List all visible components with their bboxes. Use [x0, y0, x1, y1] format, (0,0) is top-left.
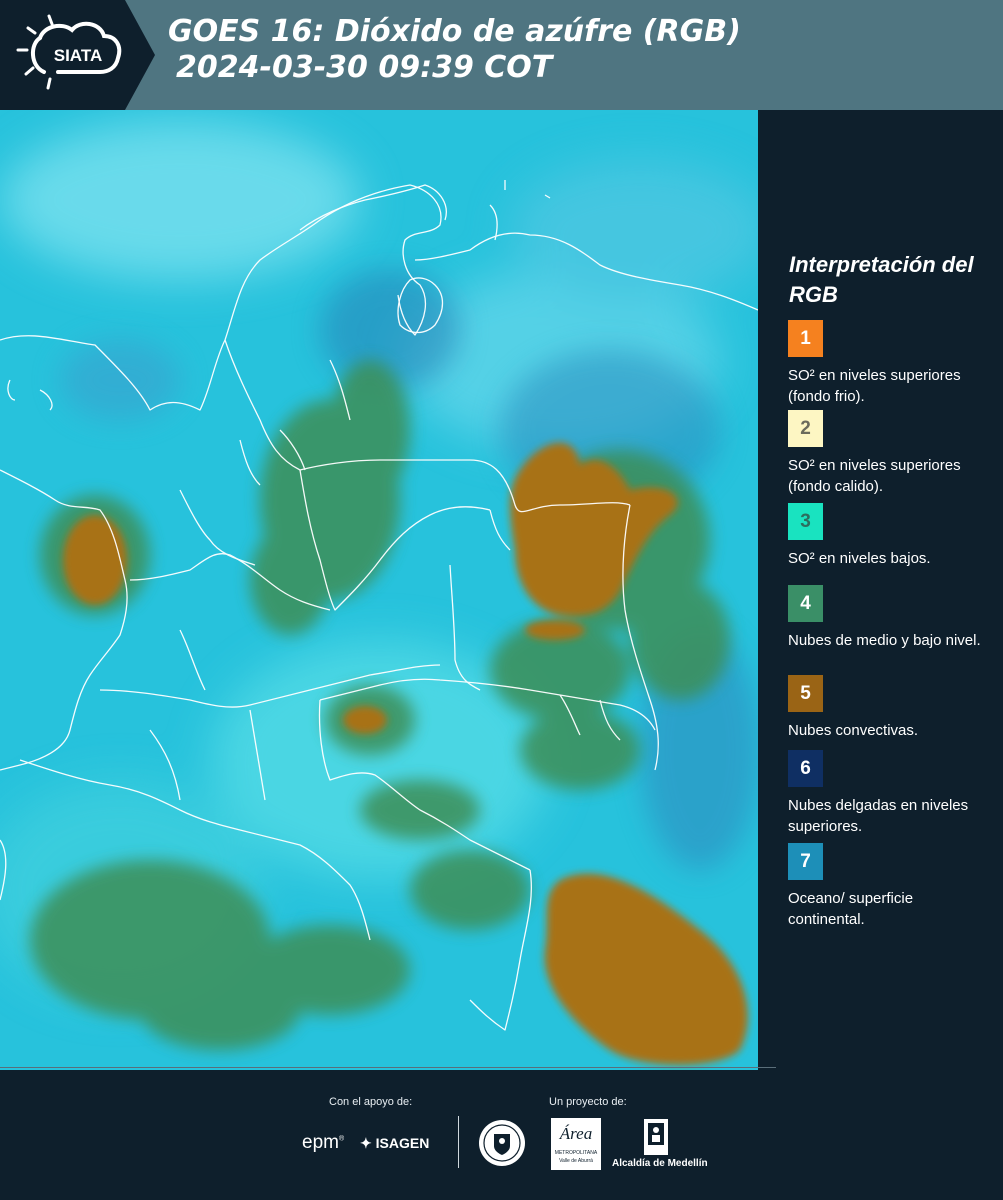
project-label: Un proyecto de: — [549, 1096, 627, 1108]
legend-swatch: 2 — [788, 410, 823, 447]
title-timestamp: 2024-03-30 09:39 COT — [176, 50, 553, 85]
legend-swatch: 3 — [788, 503, 823, 540]
alcaldia-shield-icon[interactable] — [643, 1118, 669, 1160]
legend-swatch: 7 — [788, 843, 823, 880]
legend-panel: Interpretación del RGB 1 SO² en niveles s… — [758, 110, 1003, 1070]
legend-label: SO² en niveles superiores (fondo calido)… — [788, 457, 961, 495]
title-product: GOES 16: Dióxido de azúfre (RGB) — [168, 14, 741, 49]
header-bar: SIATA GOES 16: Dióxido de azúfre (RGB) 2… — [0, 0, 1003, 110]
legend-title: Interpretación del RGB — [789, 252, 974, 307]
epm-logo-text: epm — [302, 1132, 339, 1153]
legend-label: SO² en niveles bajos. — [788, 550, 931, 567]
legend-label: Nubes de medio y bajo nivel. — [788, 632, 981, 649]
support-label: Con el apoyo de: — [329, 1096, 413, 1108]
siata-logo-text: SIATA — [54, 46, 102, 65]
legend-swatch: 6 — [788, 750, 823, 787]
legend-label: Nubes convectivas. — [788, 722, 919, 739]
isagen-logo-text: ISAGEN — [375, 1135, 430, 1151]
satellite-image — [0, 110, 758, 1070]
area-logo-sub2: Valle de Aburrá — [559, 1158, 593, 1164]
legend-item-7: 7 Oceano/ superficie continental. — [788, 843, 988, 930]
legend-label: Oceano/ superficie continental. — [788, 890, 914, 928]
legend-swatch: 4 — [788, 585, 823, 622]
legend-label: SO² en niveles superiores (fondo frio). — [788, 367, 961, 405]
area-logo-script: Área — [559, 1124, 593, 1143]
legend-item-6: 6 Nubes delgadas en niveles superiores. — [788, 750, 988, 837]
legend-item-4: 4 Nubes de medio y bajo nivel. — [788, 585, 988, 651]
isagen-mark-icon: ✦ — [360, 1135, 372, 1151]
legend-swatch: 1 — [788, 320, 823, 357]
legend-item-5: 5 Nubes convectivas. — [788, 675, 988, 741]
legend-item-2: 2 SO² en niveles superiores (fondo calido… — [788, 410, 988, 497]
area-logo-sub: METROPOLITANA — [554, 1150, 598, 1156]
isagen-logo[interactable]: ✦ ISAGEN — [360, 1135, 429, 1152]
legend-label: Nubes delgadas en niveles superiores. — [788, 797, 969, 835]
footer: Con el apoyo de: Un proyecto de: epm® ✦ … — [0, 1067, 1003, 1200]
medellin-seal-logo[interactable] — [477, 1118, 527, 1172]
page-title: GOES 16: Dióxido de azúfre (RGB) 2024-03… — [168, 14, 741, 86]
legend-item-1: 1 SO² en niveles superiores (fondo frio). — [788, 320, 988, 407]
alcaldia-logo-text: Alcaldía de Medellín — [612, 1158, 708, 1169]
epm-logo[interactable]: epm® — [302, 1132, 344, 1154]
legend-item-3: 3 SO² en niveles bajos. — [788, 503, 988, 569]
satellite-map[interactable] — [0, 110, 758, 1070]
legend-swatch: 5 — [788, 675, 823, 712]
footer-separator — [458, 1116, 459, 1168]
area-metropolitana-logo[interactable]: Área METROPOLITANA Valle de Aburrá — [551, 1118, 601, 1170]
siata-logo[interactable]: SIATA — [0, 0, 155, 110]
footer-divider-line — [0, 1067, 776, 1068]
